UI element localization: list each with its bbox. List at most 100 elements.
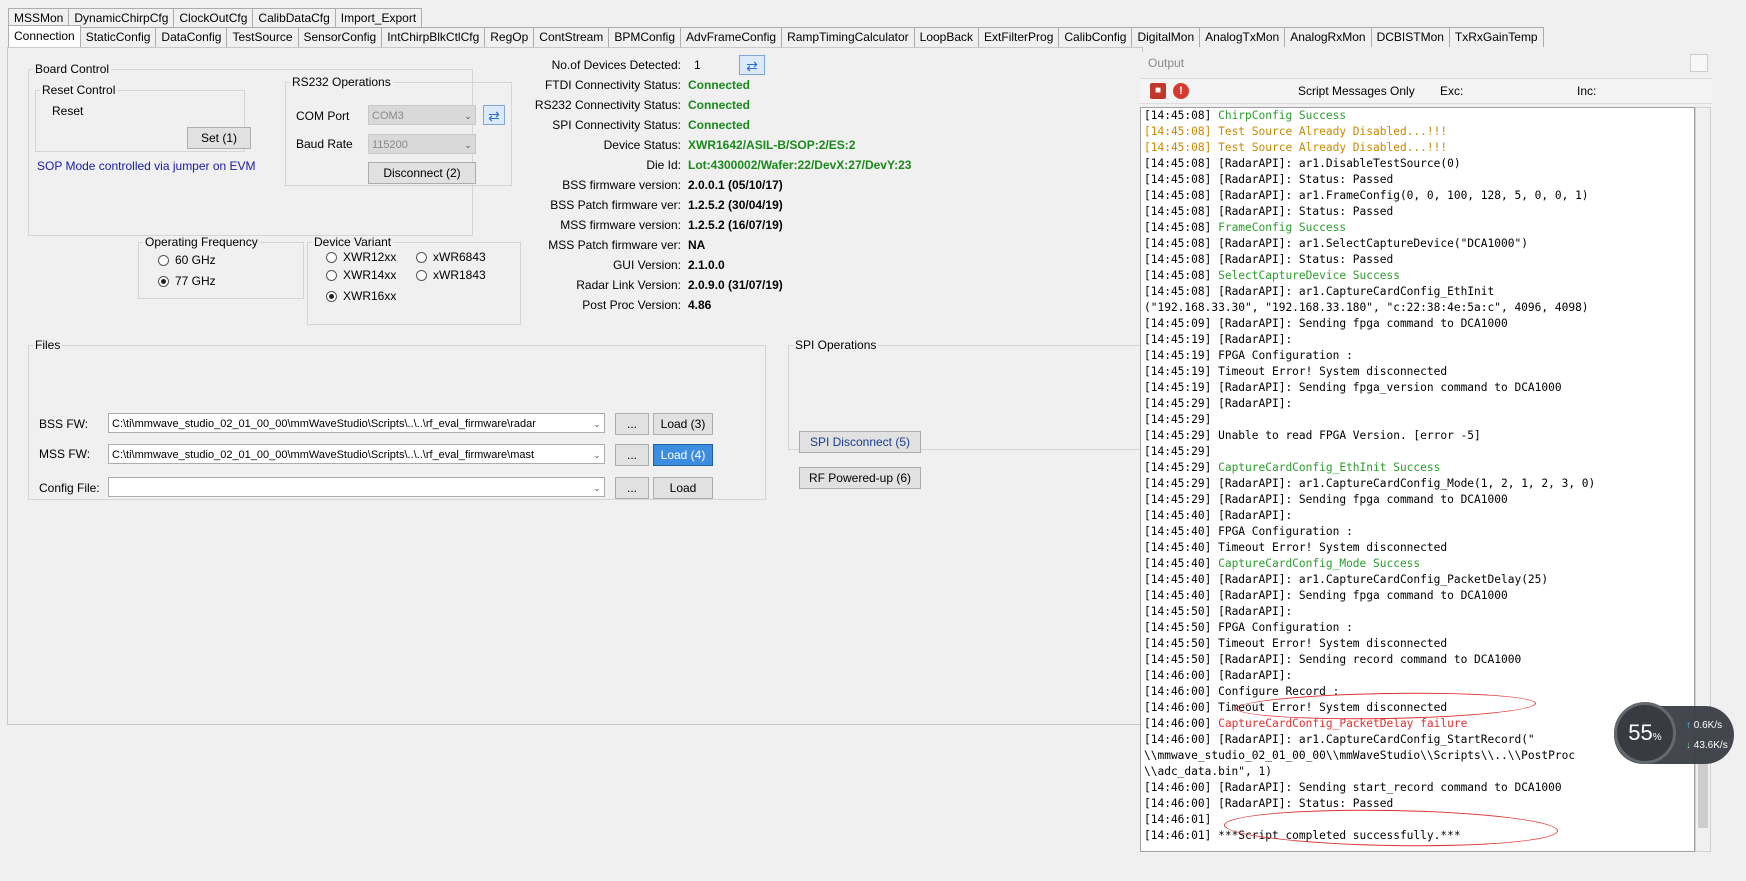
freq-77ghz-radio[interactable]: 77 GHz bbox=[158, 274, 216, 288]
browse-bss-button[interactable]: ... bbox=[615, 413, 649, 435]
die-id-label: Die Id: bbox=[646, 158, 681, 172]
tab-connection[interactable]: Connection bbox=[8, 25, 81, 48]
log-line: [14:45:29] [RadarAPI]: ar1.CaptureCardCo… bbox=[1144, 476, 1694, 492]
log-timestamp: [14:45:29] bbox=[1144, 477, 1212, 490]
load-config-button[interactable]: Load bbox=[653, 477, 713, 499]
baud-rate-label: Baud Rate bbox=[296, 137, 353, 151]
log-timestamp: [14:45:40] bbox=[1144, 557, 1212, 570]
rf-powered-up-button[interactable]: RF Powered-up (6) bbox=[799, 467, 921, 489]
config-file-label: Config File: bbox=[39, 481, 100, 495]
connection-panel: Board Control Reset Control Reset Set (1… bbox=[7, 47, 1150, 725]
mss-fw-label: MSS firmware version: bbox=[560, 218, 681, 232]
log-timestamp: [14:45:08] bbox=[1144, 285, 1212, 298]
refresh-devices-button[interactable]: ⇄ bbox=[739, 55, 765, 75]
config-file-input[interactable]: ⌄ bbox=[108, 477, 605, 497]
log-timestamp: [14:45:08] bbox=[1144, 269, 1212, 282]
network-speed-overlay[interactable]: 55% ↑ 0.6K/s ↓ 43.6K/s bbox=[1614, 702, 1734, 764]
baud-rate-select[interactable]: 115200 ⌄ bbox=[368, 134, 476, 154]
log-timestamp: [14:45:08] bbox=[1144, 205, 1212, 218]
tab-contstream[interactable]: ContStream bbox=[533, 27, 610, 47]
freq-60ghz-radio[interactable]: 60 GHz bbox=[158, 253, 216, 267]
bss-fw-path-input[interactable]: C:\ti\mmwave_studio_02_01_00_00\mmWaveSt… bbox=[108, 413, 605, 433]
tab-clockoutcfg[interactable]: ClockOutCfg bbox=[173, 8, 254, 28]
info-icon[interactable]: ! bbox=[1173, 83, 1189, 99]
tab-digitalmon[interactable]: DigitalMon bbox=[1131, 27, 1201, 47]
load-mss-button[interactable]: Load (4) bbox=[653, 444, 713, 466]
tab-dataconfig[interactable]: DataConfig bbox=[155, 27, 228, 47]
log-message: [RadarAPI]: Status: Passed bbox=[1211, 253, 1394, 266]
sub-tab-bar: Connection StaticConfig DataConfig TestSour… bbox=[8, 25, 1544, 48]
cpu-percent: 55 bbox=[1628, 720, 1653, 745]
close-icon[interactable] bbox=[1690, 54, 1708, 72]
spi-status-label: SPI Connectivity Status: bbox=[552, 118, 681, 132]
log-timestamp: [14:45:19] bbox=[1144, 333, 1212, 346]
log-timestamp: [14:46:00] bbox=[1144, 717, 1212, 730]
log-timestamp: [14:45:40] bbox=[1144, 509, 1212, 522]
variant-xwr12xx-radio[interactable]: XWR12xx bbox=[326, 250, 396, 264]
tab-regop[interactable]: RegOp bbox=[484, 27, 535, 47]
radio-dot bbox=[416, 251, 427, 263]
log-message: [RadarAPI]: Status: Passed bbox=[1211, 797, 1394, 810]
log-timestamp: [14:45:29] bbox=[1144, 413, 1212, 426]
tab-import-export[interactable]: Import_Export bbox=[334, 8, 423, 28]
log-message: SelectCaptureDevice Success bbox=[1211, 269, 1400, 282]
devices-detected-label: No.of Devices Detected: bbox=[551, 58, 681, 72]
log-timestamp: [14:45:08] bbox=[1144, 141, 1212, 154]
variant-xwr14xx-radio[interactable]: XWR14xx bbox=[326, 268, 396, 282]
output-log[interactable]: [14:45:08] ChirpConfig Success [14:45:08]… bbox=[1140, 107, 1695, 852]
log-line: [14:45:50] [RadarAPI]: Sending record co… bbox=[1144, 652, 1694, 668]
clear-log-icon[interactable]: ■ bbox=[1150, 83, 1166, 99]
tab-extfilterprog[interactable]: ExtFilterProg bbox=[978, 27, 1060, 47]
log-line: [14:45:29] CaptureCardConfig_EthInit Suc… bbox=[1144, 460, 1694, 476]
device-status-value: XWR1642/ASIL-B/SOP:2/ES:2 bbox=[688, 138, 856, 152]
log-message: [RadarAPI]: Sending fpga_version command… bbox=[1211, 381, 1562, 394]
tab-testsource[interactable]: TestSource bbox=[226, 27, 299, 47]
log-timestamp: [14:46:00] bbox=[1144, 733, 1212, 746]
refresh-icon: ⇄ bbox=[746, 58, 758, 74]
log-line: [14:46:00] [RadarAPI]: ar1.CaptureCardCo… bbox=[1144, 732, 1694, 748]
filter-toggle[interactable]: Script Messages Only bbox=[1298, 84, 1415, 98]
log-line: [14:45:29] bbox=[1144, 444, 1694, 460]
tab-ramptimingcalculator[interactable]: RampTimingCalculator bbox=[781, 27, 915, 47]
log-timestamp: [14:45:50] bbox=[1144, 605, 1212, 618]
log-line: [14:45:50] [RadarAPI]: bbox=[1144, 604, 1694, 620]
tab-analogrxmon[interactable]: AnalogRxMon bbox=[1284, 27, 1372, 47]
tab-loopback[interactable]: LoopBack bbox=[913, 27, 980, 47]
radar-link-value: 2.0.9.0 (31/07/19) bbox=[688, 278, 783, 292]
tab-intchirpblkctlcfg[interactable]: IntChirpBlkCtlCfg bbox=[381, 27, 486, 47]
tab-analogtxmon[interactable]: AnalogTxMon bbox=[1199, 27, 1286, 47]
set-reset-button[interactable]: Set (1) bbox=[187, 127, 251, 149]
variant-xwr16xx-radio[interactable]: XWR16xx bbox=[326, 289, 396, 303]
log-timestamp: [14:45:50] bbox=[1144, 653, 1212, 666]
spi-status-value: Connected bbox=[688, 118, 751, 132]
radio-dot bbox=[158, 254, 169, 266]
chevron-down-icon: ⌄ bbox=[590, 414, 604, 432]
radio-dot bbox=[326, 251, 337, 263]
tab-staticconfig[interactable]: StaticConfig bbox=[79, 27, 157, 47]
tab-txrxgaintemp[interactable]: TxRxGainTemp bbox=[1448, 27, 1544, 47]
spi-disconnect-button[interactable]: SPI Disconnect (5) bbox=[799, 431, 921, 453]
tab-dynamicchirpcfg[interactable]: DynamicChirpCfg bbox=[68, 8, 175, 28]
log-message: CaptureCardConfig_EthInit Success bbox=[1211, 461, 1441, 474]
freq-60ghz-label: 60 GHz bbox=[175, 253, 216, 267]
mss-fw-path-input[interactable]: C:\ti\mmwave_studio_02_01_00_00\mmWaveSt… bbox=[108, 444, 605, 464]
tab-calibconfig[interactable]: CalibConfig bbox=[1058, 27, 1133, 47]
com-port-select[interactable]: COM3 ⌄ bbox=[368, 105, 476, 125]
tab-sensorconfig[interactable]: SensorConfig bbox=[297, 27, 383, 47]
tab-calibdatacfg[interactable]: CalibDataCfg bbox=[252, 8, 336, 28]
tab-dcbistmon[interactable]: DCBISTMon bbox=[1370, 27, 1450, 47]
log-timestamp: [14:45:29] bbox=[1144, 397, 1212, 410]
inc-label: Inc: bbox=[1577, 84, 1597, 98]
log-line: [14:45:19] [RadarAPI]: Sending fpga_vers… bbox=[1144, 380, 1694, 396]
chevron-down-icon: ⌄ bbox=[590, 478, 604, 496]
load-bss-button[interactable]: Load (3) bbox=[653, 413, 713, 435]
tab-bpmconfig[interactable]: BPMConfig bbox=[608, 27, 682, 47]
log-line: [14:45:08] [RadarAPI]: ar1.SelectCapture… bbox=[1144, 236, 1694, 252]
tab-advframeconfig[interactable]: AdvFrameConfig bbox=[680, 27, 783, 47]
browse-config-button[interactable]: ... bbox=[615, 477, 649, 499]
log-timestamp: [14:45:08] bbox=[1144, 237, 1212, 250]
disconnect-button[interactable]: Disconnect (2) bbox=[368, 162, 476, 184]
log-message: [RadarAPI]: ar1.DisableTestSource(0) bbox=[1211, 157, 1461, 170]
browse-mss-button[interactable]: ... bbox=[615, 444, 649, 466]
log-line: [14:45:08] [RadarAPI]: ar1.FrameConfig(0… bbox=[1144, 188, 1694, 204]
